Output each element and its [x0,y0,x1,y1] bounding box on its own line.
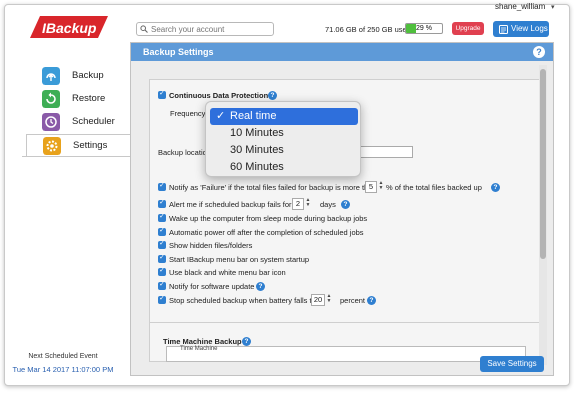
help-icon[interactable]: ? [268,91,277,100]
frequency-dropdown[interactable]: ✓ Real time 10 Minutes 30 Minutes 60 Min… [205,101,361,177]
scrollbar-thumb[interactable] [540,69,546,259]
scheduler-icon [42,113,60,131]
next-scheduled-event-value: Tue Mar 14 2017 11:07:00 PM [12,365,114,374]
notify-failure-input[interactable]: 5 [365,181,377,193]
frequency-label: Frequency [170,109,206,118]
username[interactable]: shane_william [495,2,545,11]
alert-days-stepper[interactable]: ▲ ▼ [305,198,311,210]
cdp-checkbox[interactable] [158,89,166,99]
wake-checkbox[interactable] [158,212,166,222]
bw-icon-checkbox[interactable] [158,266,166,276]
battery-label: Stop scheduled backup when battery falls… [169,296,316,305]
sidebar-item-label: Restore [72,93,106,104]
frequency-option-label: 30 Minutes [230,144,284,156]
hidden-files-label: Show hidden files/folders [169,241,253,250]
checkmark-icon: ✓ [216,110,226,122]
battery-suffix: percent [340,296,366,305]
notify-failure-suffix: % of the total files backed up [386,183,482,192]
search-input[interactable] [136,22,274,36]
sidebar-item-label: Backup [72,70,104,81]
backup-icon [42,67,60,85]
sidebar-divider [22,156,130,157]
help-icon[interactable]: ? [242,337,251,346]
sidebar: Backup Restore Scheduler Settings [22,60,134,360]
help-icon[interactable]: ? [533,46,545,58]
upgrade-button[interactable]: Upgrade [452,22,484,35]
frequency-option-label: 10 Minutes [230,127,284,139]
frequency-option-30-minutes[interactable]: 30 Minutes [210,142,358,159]
search-icon [140,25,148,33]
notify-update-label: Notify for software update [169,282,255,291]
help-icon[interactable]: ? [491,183,500,192]
frequency-option-label: Real time [230,110,277,122]
storage-usage-bar: 29 % [405,23,443,34]
help-icon[interactable]: ? [341,200,350,209]
notify-failure-stepper[interactable]: ▲ ▼ [378,181,384,193]
logs-icon [499,25,508,34]
notify-failure-label: Notify as 'Failure' if the total files f… [169,183,373,192]
sidebar-item-label: Settings [73,140,108,151]
startup-checkbox[interactable] [158,253,166,263]
sidebar-item-label: Scheduler [72,116,115,127]
help-icon[interactable]: ? [256,282,265,291]
bw-icon-label: Use black and white menu bar icon [169,268,286,277]
frequency-option-10-minutes[interactable]: 10 Minutes [210,125,358,142]
power-off-checkbox[interactable] [158,226,166,236]
backup-location-label: Backup location [158,148,211,157]
ibackup-logo: IBackup [30,16,108,38]
hidden-files-checkbox[interactable] [158,239,166,249]
cdp-label: Continuous Data Protection [169,91,269,100]
panel-title: Backup Settings [143,47,214,57]
notify-update-checkbox[interactable] [158,280,166,290]
help-icon[interactable]: ? [367,296,376,305]
alert-label: Alert me if scheduled backup fails for [169,200,292,209]
frequency-option-60-minutes[interactable]: 60 Minutes [210,159,358,176]
backup-location-field[interactable] [358,146,413,158]
svg-text:IBackup: IBackup [42,20,97,36]
alert-days-suffix: days [320,200,336,209]
frequency-option-real-time[interactable]: ✓ Real time [210,108,358,125]
storage-usage-percent: 29 % [416,25,432,32]
time-machine-sub: Time Machine [180,346,218,352]
frequency-option-label: 60 Minutes [230,161,284,173]
storage-usage-text: 71.06 GB of 250 GB used [325,25,411,34]
sidebar-item-scheduler[interactable]: Scheduler [22,111,134,133]
wake-label: Wake up the computer from sleep mode dur… [169,214,368,223]
panel-header: Backup Settings ? [131,43,553,61]
chevron-down-icon[interactable]: ▾ [551,3,555,11]
next-scheduled-event-label: Next Scheduled Event [28,353,98,360]
notify-failure-checkbox[interactable] [158,181,166,191]
battery-checkbox[interactable] [158,294,166,304]
sidebar-item-backup[interactable]: Backup [22,65,134,87]
power-off-label: Automatic power off after the completion… [169,228,364,237]
sidebar-item-settings[interactable]: Settings [26,134,134,157]
alert-checkbox[interactable] [158,198,166,208]
restore-icon [42,90,60,108]
sidebar-item-restore[interactable]: Restore [22,88,134,110]
battery-stepper[interactable]: ▲ ▼ [326,294,332,306]
time-machine-box [166,346,526,362]
battery-input[interactable]: 20 [311,294,325,306]
settings-icon [43,137,61,155]
startup-label: Start IBackup menu bar on system startup [169,255,310,264]
alert-days-input[interactable]: 2 [292,198,304,210]
save-settings-button[interactable]: Save Settings [480,356,544,372]
scrollbar[interactable] [539,65,547,365]
time-machine-label: Time Machine Backup [163,337,242,346]
